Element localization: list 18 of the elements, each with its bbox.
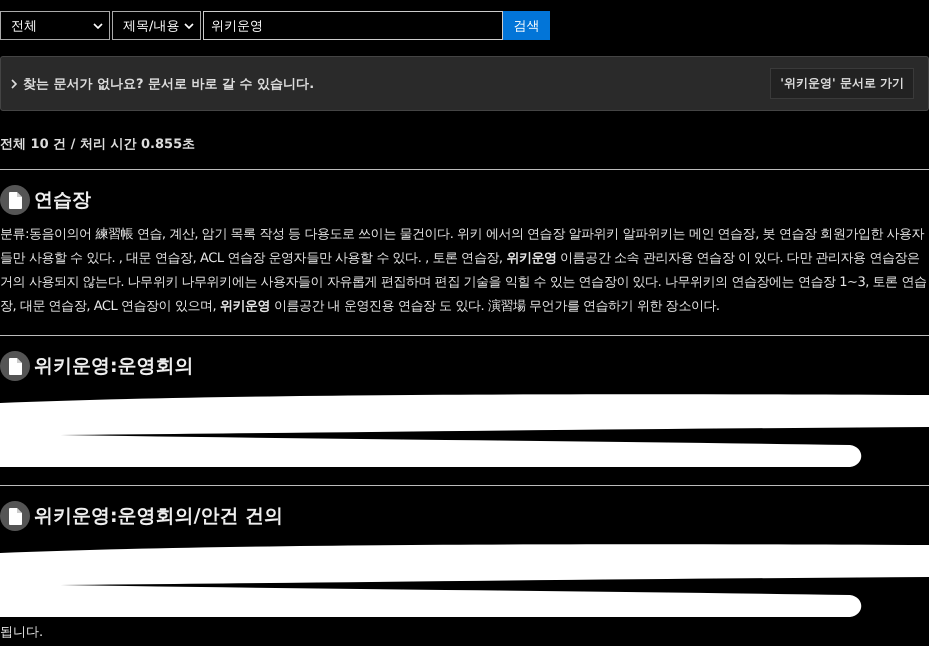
document-icon [0,351,30,381]
chevron-icon[interactable] [11,78,17,88]
scope-select[interactable]: 전체 [0,11,110,40]
result-snippet: 됩니다. [0,624,44,641]
result-title[interactable]: 연습장 [34,187,91,213]
search-field[interactable]: 위키운영 [203,11,503,40]
result-snippet: 분류:동음이의어 練習帳 연습, 계산, 암기 목록 작성 등 다용도로 쓰이는 물건이다. 위키 에서의 연습장 알파위키 알파위키는 메인 연습장, 봇 연습장 회원가입한 사용자들만 사용할 수 있다. , 대문 연습장, ACL 연습장 운영자들만 사용할 수 있다. , 토론 연습장, 위키운영 이름공간 소속 관리자용 연습장 이 있다. 다만 관리자용 연습장은 거의 사용되지 않는다. 나무위키 나무위키에는 사용자들이 자유롭게 편집하며 편집 기술을 익힐 수 있는 연습장이 있다. 나무위키의 연습장에는 연습장 1~3, 토론 연습장, 대문 연습장, ACL 연습장이 있으며, 위키운영 이름공간 내 운영진용 연습장 도 있다. 演習場 무언가를 연습하기 위한 장소이다. [0,226,928,316]
result-title[interactable]: 위키운영:운영회의/안건 건의 [34,503,284,529]
document-icon [0,185,30,215]
search-button[interactable]: 검색 [503,11,550,40]
field-select[interactable]: 제목/내용 [112,11,201,40]
result-title[interactable]: 위키운영:운영회의 [34,353,194,379]
document-icon [0,501,30,531]
caret-icon [184,22,194,28]
result-summary: 전체 10 건 / 처리 시간 0.855초 [0,136,196,153]
caret-icon [93,22,103,28]
notice-text[interactable]: 찾는 문서가 없나요? 문서로 바로 갈 수 있습니다. [23,74,314,92]
go-to-document-button[interactable]: '위키운영' 문서로 가기 [770,68,914,99]
